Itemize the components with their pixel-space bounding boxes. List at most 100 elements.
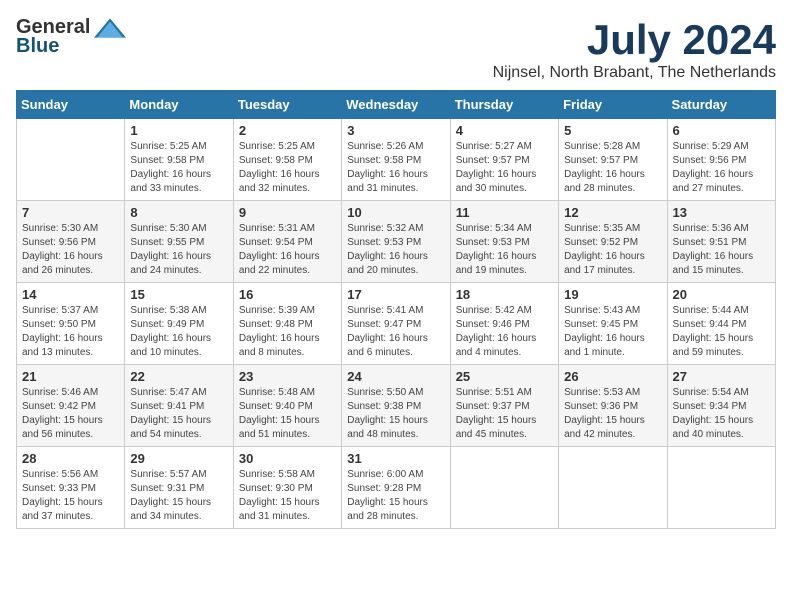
day-number: 4 (456, 123, 553, 138)
header-friday: Friday (559, 91, 667, 119)
day-info: Sunrise: 5:38 AM Sunset: 9:49 PM Dayligh… (130, 304, 227, 360)
calendar-cell: 24 Sunrise: 5:50 AM Sunset: 9:38 PM Dayli… (342, 365, 450, 447)
calendar-cell: 2 Sunrise: 5:25 AM Sunset: 9:58 PM Daylig… (233, 119, 341, 201)
calendar-cell: 30 Sunrise: 5:58 AM Sunset: 9:30 PM Dayli… (233, 447, 341, 529)
day-number: 20 (673, 287, 770, 302)
week-row-4: 21Sunrise: 5:46 AM Sunset: 9:42 PM Dayli… (17, 365, 776, 447)
day-number: 23 (239, 369, 336, 384)
week-row-1: 1 Sunrise: 5:25 AM Sunset: 9:58 PM Daylig… (17, 119, 776, 201)
day-info: Sunrise: 5:58 AM Sunset: 9:30 PM Dayligh… (239, 468, 336, 524)
calendar-cell: 3 Sunrise: 5:26 AM Sunset: 9:58 PM Daylig… (342, 119, 450, 201)
calendar-cell: 17 Sunrise: 5:41 AM Sunset: 9:47 PM Dayli… (342, 283, 450, 365)
month-title: July 2024 (493, 16, 776, 64)
calendar-cell: 1Sunrise: 5:25 AM Sunset: 9:58 PM Daylig… (125, 119, 233, 201)
day-number: 31 (347, 451, 444, 466)
day-info: Sunrise: 5:51 AM Sunset: 9:37 PM Dayligh… (456, 386, 553, 442)
day-info: Sunrise: 5:27 AM Sunset: 9:57 PM Dayligh… (456, 140, 553, 196)
day-number: 24 (347, 369, 444, 384)
calendar-cell: 8 Sunrise: 5:30 AM Sunset: 9:55 PM Daylig… (125, 201, 233, 283)
page-header: General Blue July 2024 Nijnsel, North Br… (16, 16, 776, 82)
day-number: 5 (564, 123, 661, 138)
day-info: Sunrise: 5:47 AM Sunset: 9:41 PM Dayligh… (130, 386, 227, 442)
calendar-cell: 28 Sunrise: 5:56 AM Sunset: 9:33 PM Dayli… (17, 447, 125, 529)
day-number: 6 (673, 123, 770, 138)
day-number: 11 (456, 205, 553, 220)
calendar-cell: 14Sunrise: 5:37 AM Sunset: 9:50 PM Dayli… (17, 283, 125, 365)
day-info: Sunrise: 5:29 AM Sunset: 9:56 PM Dayligh… (673, 140, 770, 196)
day-info: Sunrise: 5:36 AM Sunset: 9:51 PM Dayligh… (673, 222, 770, 278)
day-number: 28 (22, 451, 119, 466)
calendar-cell: 31 Sunrise: 6:00 AM Sunset: 9:28 PM Dayli… (342, 447, 450, 529)
day-number: 8 (130, 205, 227, 220)
calendar-cell: 16 Sunrise: 5:39 AM Sunset: 9:48 PM Dayli… (233, 283, 341, 365)
header-saturday: Saturday (667, 91, 775, 119)
day-info: Sunrise: 5:44 AM Sunset: 9:44 PM Dayligh… (673, 304, 770, 360)
day-info: Sunrise: 5:50 AM Sunset: 9:38 PM Dayligh… (347, 386, 444, 442)
calendar-cell: 25Sunrise: 5:51 AM Sunset: 9:37 PM Dayli… (450, 365, 558, 447)
day-info: Sunrise: 5:42 AM Sunset: 9:46 PM Dayligh… (456, 304, 553, 360)
day-info: Sunrise: 5:39 AM Sunset: 9:48 PM Dayligh… (239, 304, 336, 360)
calendar-cell: 20 Sunrise: 5:44 AM Sunset: 9:44 PM Dayli… (667, 283, 775, 365)
calendar-cell: 26Sunrise: 5:53 AM Sunset: 9:36 PM Dayli… (559, 365, 667, 447)
day-info: Sunrise: 5:30 AM Sunset: 9:55 PM Dayligh… (130, 222, 227, 278)
day-number: 13 (673, 205, 770, 220)
day-info: Sunrise: 5:41 AM Sunset: 9:47 PM Dayligh… (347, 304, 444, 360)
calendar-cell: 12 Sunrise: 5:35 AM Sunset: 9:52 PM Dayli… (559, 201, 667, 283)
day-number: 14 (22, 287, 119, 302)
day-number: 21 (22, 369, 119, 384)
calendar-cell: 11Sunrise: 5:34 AM Sunset: 9:53 PM Dayli… (450, 201, 558, 283)
title-section: July 2024 Nijnsel, North Brabant, The Ne… (493, 16, 776, 82)
header-wednesday: Wednesday (342, 91, 450, 119)
header-sunday: Sunday (17, 91, 125, 119)
calendar-cell: 15Sunrise: 5:38 AM Sunset: 9:49 PM Dayli… (125, 283, 233, 365)
calendar-cell: 27 Sunrise: 5:54 AM Sunset: 9:34 PM Dayli… (667, 365, 775, 447)
day-info: Sunrise: 5:43 AM Sunset: 9:45 PM Dayligh… (564, 304, 661, 360)
calendar-cell: 22 Sunrise: 5:47 AM Sunset: 9:41 PM Dayli… (125, 365, 233, 447)
location-title: Nijnsel, North Brabant, The Netherlands (493, 64, 776, 82)
calendar-table: SundayMondayTuesdayWednesdayThursdayFrid… (16, 90, 776, 529)
day-number: 9 (239, 205, 336, 220)
calendar-cell: 21Sunrise: 5:46 AM Sunset: 9:42 PM Dayli… (17, 365, 125, 447)
day-info: Sunrise: 5:31 AM Sunset: 9:54 PM Dayligh… (239, 222, 336, 278)
day-info: Sunrise: 5:25 AM Sunset: 9:58 PM Dayligh… (239, 140, 336, 196)
calendar-header-row: SundayMondayTuesdayWednesdayThursdayFrid… (17, 91, 776, 119)
day-number: 22 (130, 369, 227, 384)
day-info: Sunrise: 5:56 AM Sunset: 9:33 PM Dayligh… (22, 468, 119, 524)
day-info: Sunrise: 5:35 AM Sunset: 9:52 PM Dayligh… (564, 222, 661, 278)
day-number: 7 (22, 205, 119, 220)
day-info: Sunrise: 5:26 AM Sunset: 9:58 PM Dayligh… (347, 140, 444, 196)
day-number: 16 (239, 287, 336, 302)
calendar-cell: 4 Sunrise: 5:27 AM Sunset: 9:57 PM Daylig… (450, 119, 558, 201)
day-info: Sunrise: 6:00 AM Sunset: 9:28 PM Dayligh… (347, 468, 444, 524)
day-number: 29 (130, 451, 227, 466)
calendar-cell (450, 447, 558, 529)
day-number: 2 (239, 123, 336, 138)
header-tuesday: Tuesday (233, 91, 341, 119)
day-number: 3 (347, 123, 444, 138)
calendar-cell: 18 Sunrise: 5:42 AM Sunset: 9:46 PM Dayli… (450, 283, 558, 365)
day-number: 12 (564, 205, 661, 220)
day-number: 27 (673, 369, 770, 384)
logo: General Blue (16, 16, 126, 58)
day-number: 17 (347, 287, 444, 302)
week-row-2: 7Sunrise: 5:30 AM Sunset: 9:56 PM Daylig… (17, 201, 776, 283)
calendar-cell (559, 447, 667, 529)
header-thursday: Thursday (450, 91, 558, 119)
day-number: 18 (456, 287, 553, 302)
week-row-3: 14Sunrise: 5:37 AM Sunset: 9:50 PM Dayli… (17, 283, 776, 365)
calendar-cell: 9 Sunrise: 5:31 AM Sunset: 9:54 PM Daylig… (233, 201, 341, 283)
day-number: 30 (239, 451, 336, 466)
logo-icon (94, 18, 126, 38)
day-info: Sunrise: 5:28 AM Sunset: 9:57 PM Dayligh… (564, 140, 661, 196)
day-info: Sunrise: 5:32 AM Sunset: 9:53 PM Dayligh… (347, 222, 444, 278)
calendar-cell: 7Sunrise: 5:30 AM Sunset: 9:56 PM Daylig… (17, 201, 125, 283)
day-number: 19 (564, 287, 661, 302)
calendar-cell: 10 Sunrise: 5:32 AM Sunset: 9:53 PM Dayli… (342, 201, 450, 283)
day-number: 10 (347, 205, 444, 220)
week-row-5: 28 Sunrise: 5:56 AM Sunset: 9:33 PM Dayli… (17, 447, 776, 529)
day-number: 1 (130, 123, 227, 138)
calendar-cell: 6 Sunrise: 5:29 AM Sunset: 9:56 PM Daylig… (667, 119, 775, 201)
day-info: Sunrise: 5:54 AM Sunset: 9:34 PM Dayligh… (673, 386, 770, 442)
logo-blue-text: Blue (16, 35, 59, 58)
calendar-cell: 13 Sunrise: 5:36 AM Sunset: 9:51 PM Dayli… (667, 201, 775, 283)
